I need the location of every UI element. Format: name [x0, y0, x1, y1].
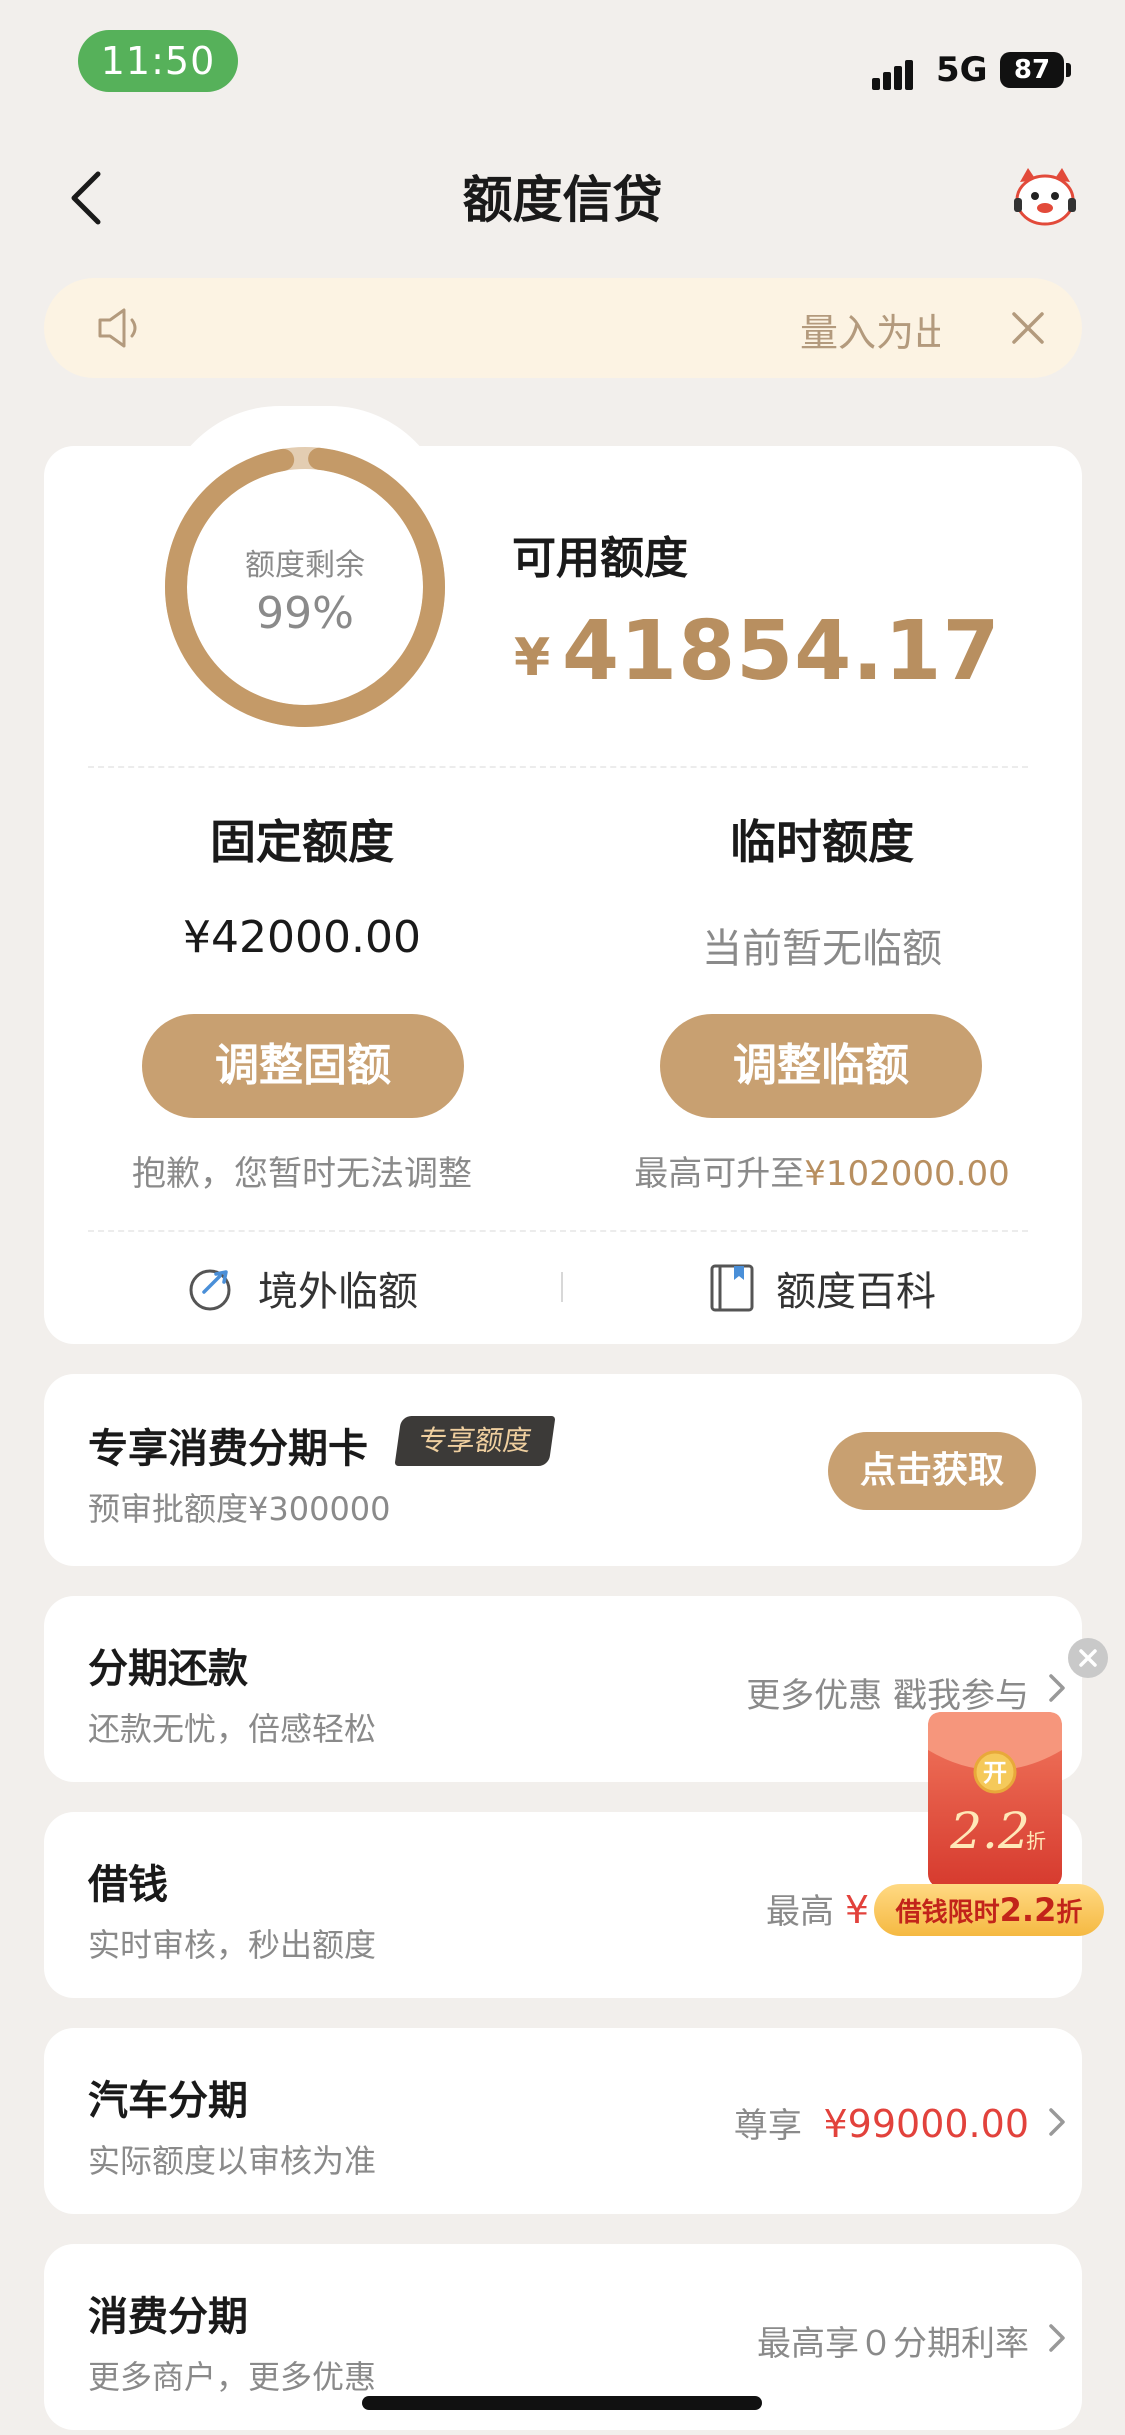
list-item-sub: 实际额度以审核为准 — [88, 2142, 377, 2180]
available-label: 可用额度 — [512, 533, 688, 584]
list-item-right: 最高 ¥ — [766, 1884, 869, 1933]
list-item-right: 尊享 ¥99000.00 — [734, 2098, 1029, 2147]
available-amount: 41854.17 — [562, 604, 1001, 699]
exclusive-badge: 专享额度 — [394, 1416, 556, 1466]
divider — [88, 766, 1028, 768]
chevron-right-icon — [1049, 2108, 1065, 2136]
temp-quota-value: 当前暂无临额 — [702, 926, 942, 972]
mascot-avatar-icon[interactable] — [1010, 164, 1080, 230]
battery-icon: 87 — [1000, 52, 1064, 88]
list-item-sub: 实时审核，秒出额度 — [88, 1926, 377, 1964]
home-indicator[interactable] — [362, 2396, 762, 2410]
fixed-quota-value: ¥42000.00 — [183, 912, 421, 963]
promo-sub: 预审批额度¥300000 — [88, 1490, 391, 1528]
close-icon[interactable] — [1068, 1638, 1108, 1678]
quota-ring-chart — [165, 447, 445, 727]
adjust-temp-button[interactable]: 调整临额 — [660, 1014, 982, 1118]
link-separator — [561, 1272, 563, 1302]
speaker-icon — [96, 306, 148, 350]
temp-quota-note: 最高可升至¥102000.00 — [562, 1146, 1082, 1195]
list-item-sub: 更多商户，更多优惠 — [88, 2358, 377, 2396]
adjust-fixed-button[interactable]: 调整固额 — [142, 1014, 464, 1118]
overseas-quota-link[interactable]: 境外临额 — [186, 1258, 418, 1318]
fixed-quota-note: 抱歉，您暂时无法调整 — [132, 1154, 472, 1194]
temp-quota-title: 临时额度 — [730, 815, 914, 869]
list-item-title: 借钱 — [88, 1862, 168, 1908]
available-currency: ¥ — [514, 628, 551, 688]
book-icon — [710, 1264, 754, 1312]
cellular-signal-icon — [872, 56, 924, 90]
close-icon[interactable] — [1006, 306, 1050, 350]
chevron-right-icon — [1049, 2324, 1065, 2352]
list-item-right-amount: ¥ — [844, 1888, 869, 1932]
list-item-title: 消费分期 — [88, 2294, 248, 2340]
banner-value: 2.2 — [999, 1891, 1057, 1929]
list-item-title: 汽车分期 — [88, 2078, 248, 2124]
banner-prefix: 借钱限时 — [895, 1898, 1000, 1928]
list-item-right-prefix: 最高 — [766, 1892, 834, 1932]
fixed-quota-title: 固定额度 — [210, 815, 394, 869]
temp-note-prefix: 最高可升至 — [634, 1154, 805, 1194]
status-time: 11:50 — [78, 30, 238, 92]
page-title: 额度信贷 — [462, 171, 663, 229]
packet-seal: 开 — [983, 1758, 1007, 1787]
list-item-sub: 还款无忧，倍感轻松 — [88, 1710, 377, 1748]
promo-title: 专享消费分期卡 — [88, 1426, 368, 1472]
network-type: 5G — [936, 50, 988, 90]
chevron-right-icon — [1049, 1674, 1065, 1702]
ring-percent: 99% — [256, 588, 354, 639]
plane-globe-icon — [189, 1269, 231, 1311]
quota-wiki-label: 额度百科 — [776, 1269, 936, 1315]
overseas-quota-label: 境外临额 — [258, 1269, 418, 1315]
list-item-right-amount: ¥99000.00 — [823, 2102, 1030, 2146]
temp-note-amount: ¥102000.00 — [804, 1154, 1010, 1194]
divider — [88, 1230, 1028, 1232]
quota-wiki-link[interactable]: 额度百科 — [708, 1258, 936, 1318]
banner-unit: 折 — [1056, 1898, 1083, 1928]
ring-label: 额度剩余 — [245, 548, 365, 583]
packet-discount: 2.2 — [949, 1802, 1030, 1860]
list-item-title: 分期还款 — [88, 1646, 248, 1692]
borrow-discount-banner[interactable]: 借钱限时2.2折 — [874, 1884, 1104, 1936]
battery-tip — [1066, 63, 1071, 77]
notice-text: 量入为出 — [800, 311, 940, 355]
red-packet-icon[interactable]: 开 2.2 折 — [920, 1710, 1070, 1890]
list-item-right: 最高享０分期利率 — [757, 2324, 1029, 2364]
list-item-right-prefix: 尊享 — [733, 2106, 802, 2146]
packet-unit: 折 — [1026, 1829, 1046, 1853]
get-now-button[interactable]: 点击获取 — [828, 1432, 1036, 1510]
